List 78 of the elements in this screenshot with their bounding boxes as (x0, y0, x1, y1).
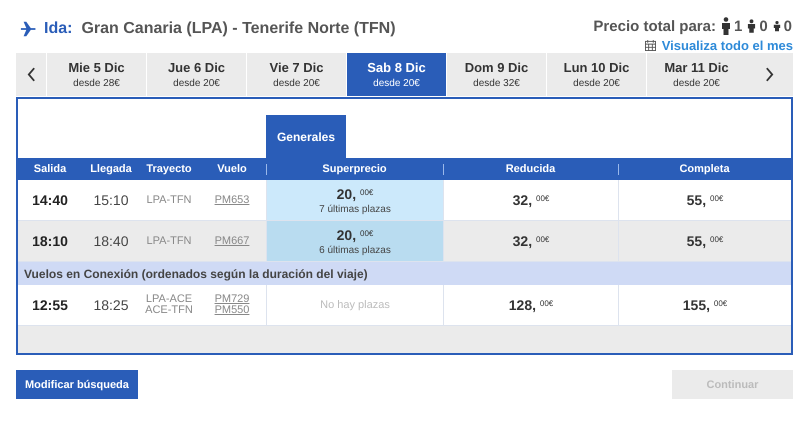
date-price: desde 32€ (473, 78, 520, 89)
date-tab[interactable]: Lun 10 Dic desde 20€ (546, 53, 646, 96)
route-code: LPA-TFN (146, 236, 192, 246)
fare-note: 6 últimas plazas (319, 244, 391, 256)
chevron-right-icon (765, 67, 774, 82)
section-header: Vuelos en Conexión (ordenados según la duración del viaje) (18, 262, 791, 285)
date-tab[interactable]: Mie 5 Dic desde 28€ (46, 53, 146, 96)
fare-note: 7 últimas plazas (319, 204, 391, 214)
fare-cell[interactable]: 32, $^{00€}$ (443, 180, 618, 221)
route-code: LPA-TFN (146, 194, 192, 206)
date-label: Mie 5 Dic (68, 60, 125, 75)
column-header: Reducida (443, 158, 618, 180)
arrival-time: 18:40 (93, 233, 129, 249)
date-label: Mar 11 Dic (664, 60, 729, 75)
arrival-time: 15:10 (93, 192, 129, 208)
fare-note: No hay plazas (320, 299, 390, 311)
trip-label: Ida: (44, 20, 72, 38)
date-price: desde 20€ (173, 78, 220, 89)
column-header: Completa (618, 158, 791, 180)
fare-cell[interactable]: 20, $^{00€}$ 7 últimas plazas (266, 180, 443, 221)
date-price: desde 20€ (673, 78, 720, 89)
fare-tab[interactable]: Generales (266, 115, 346, 158)
airplane-icon (20, 20, 38, 38)
column-header: Trayecto (140, 158, 198, 180)
fare-cell[interactable]: 20, $^{00€}$ 6 últimas plazas (266, 221, 443, 262)
fare-cell[interactable]: 32, $^{00€}$ (443, 221, 618, 262)
departure-time: 14:40 (32, 192, 68, 208)
flight-link[interactable]: PM729 (214, 294, 250, 305)
departure-time: 18:10 (32, 233, 68, 249)
column-header: Llegada (82, 158, 140, 180)
infant-icon (772, 20, 781, 32)
fare-cell[interactable]: 155, $^{00€}$ (618, 285, 791, 326)
adult-icon (720, 17, 731, 35)
route-code: ACE-TFN (145, 305, 193, 316)
date-tab[interactable]: Jue 6 Dic desde 20€ (146, 53, 246, 96)
modify-search-button[interactable]: Modificar búsqueda (16, 370, 138, 399)
fare-price: 55, $^{00€}$ (686, 233, 724, 249)
passenger-count: 0 (784, 18, 792, 34)
fare-cell[interactable]: 55, $^{00€}$ (618, 180, 791, 221)
date-price: desde 28€ (73, 78, 120, 89)
column-header: Salida (18, 158, 82, 180)
date-label: Dom 9 Dic (464, 60, 528, 75)
column-header: Superprecio (266, 158, 443, 180)
chevron-left-icon (26, 67, 36, 82)
flight-link[interactable]: PM653 (214, 194, 250, 206)
fare-price: 128, $^{00€}$ (508, 297, 554, 313)
column-header: Vuelo (198, 158, 266, 180)
date-label: Vie 7 Dic (270, 60, 324, 75)
fare-price: 20, $^{00€}$ (336, 226, 374, 242)
departure-time: 12:55 (32, 297, 68, 313)
date-tab[interactable]: Sab 8 Dic desde 20€ (346, 53, 446, 96)
fare-price: 32, $^{00€}$ (512, 233, 550, 249)
fare-price: 20, $^{00€}$ (336, 186, 374, 202)
fare-cell[interactable]: 55, $^{00€}$ (618, 221, 791, 262)
date-tab[interactable]: Vie 7 Dic desde 20€ (246, 53, 346, 96)
date-tab[interactable]: Mar 11 Dic desde 20€ (646, 53, 746, 96)
route-code: LPA-ACE (146, 294, 192, 305)
date-label: Sab 8 Dic (367, 60, 426, 75)
route-title: Gran Canaria (LPA) - Tenerife Norte (TFN) (81, 20, 396, 38)
month-link[interactable]: Visualiza todo el mes (662, 38, 793, 53)
fare-cell[interactable]: 128, $^{00€}$ (443, 285, 618, 326)
total-price-label: Precio total para: (593, 18, 716, 34)
previous-button[interactable] (16, 53, 46, 96)
date-label: Lun 10 Dic (564, 60, 630, 75)
date-label: Jue 6 Dic (168, 60, 226, 75)
fare-price: 55, $^{00€}$ (686, 192, 724, 208)
flight-link[interactable]: PM550 (214, 305, 250, 316)
fare-price: 155, $^{00€}$ (682, 297, 728, 313)
passenger-count: 1 (734, 18, 742, 34)
calendar-icon (644, 40, 656, 51)
date-price: desde 20€ (273, 78, 320, 89)
fare-price: 32, $^{00€}$ (512, 192, 550, 208)
passenger-count: 0 (759, 18, 768, 34)
child-icon (747, 19, 756, 33)
date-tab[interactable]: Dom 9 Dic desde 32€ (446, 53, 546, 96)
arrival-time: 18:25 (93, 297, 129, 313)
date-price: desde 20€ (373, 78, 420, 89)
date-price: desde 20€ (573, 78, 620, 89)
